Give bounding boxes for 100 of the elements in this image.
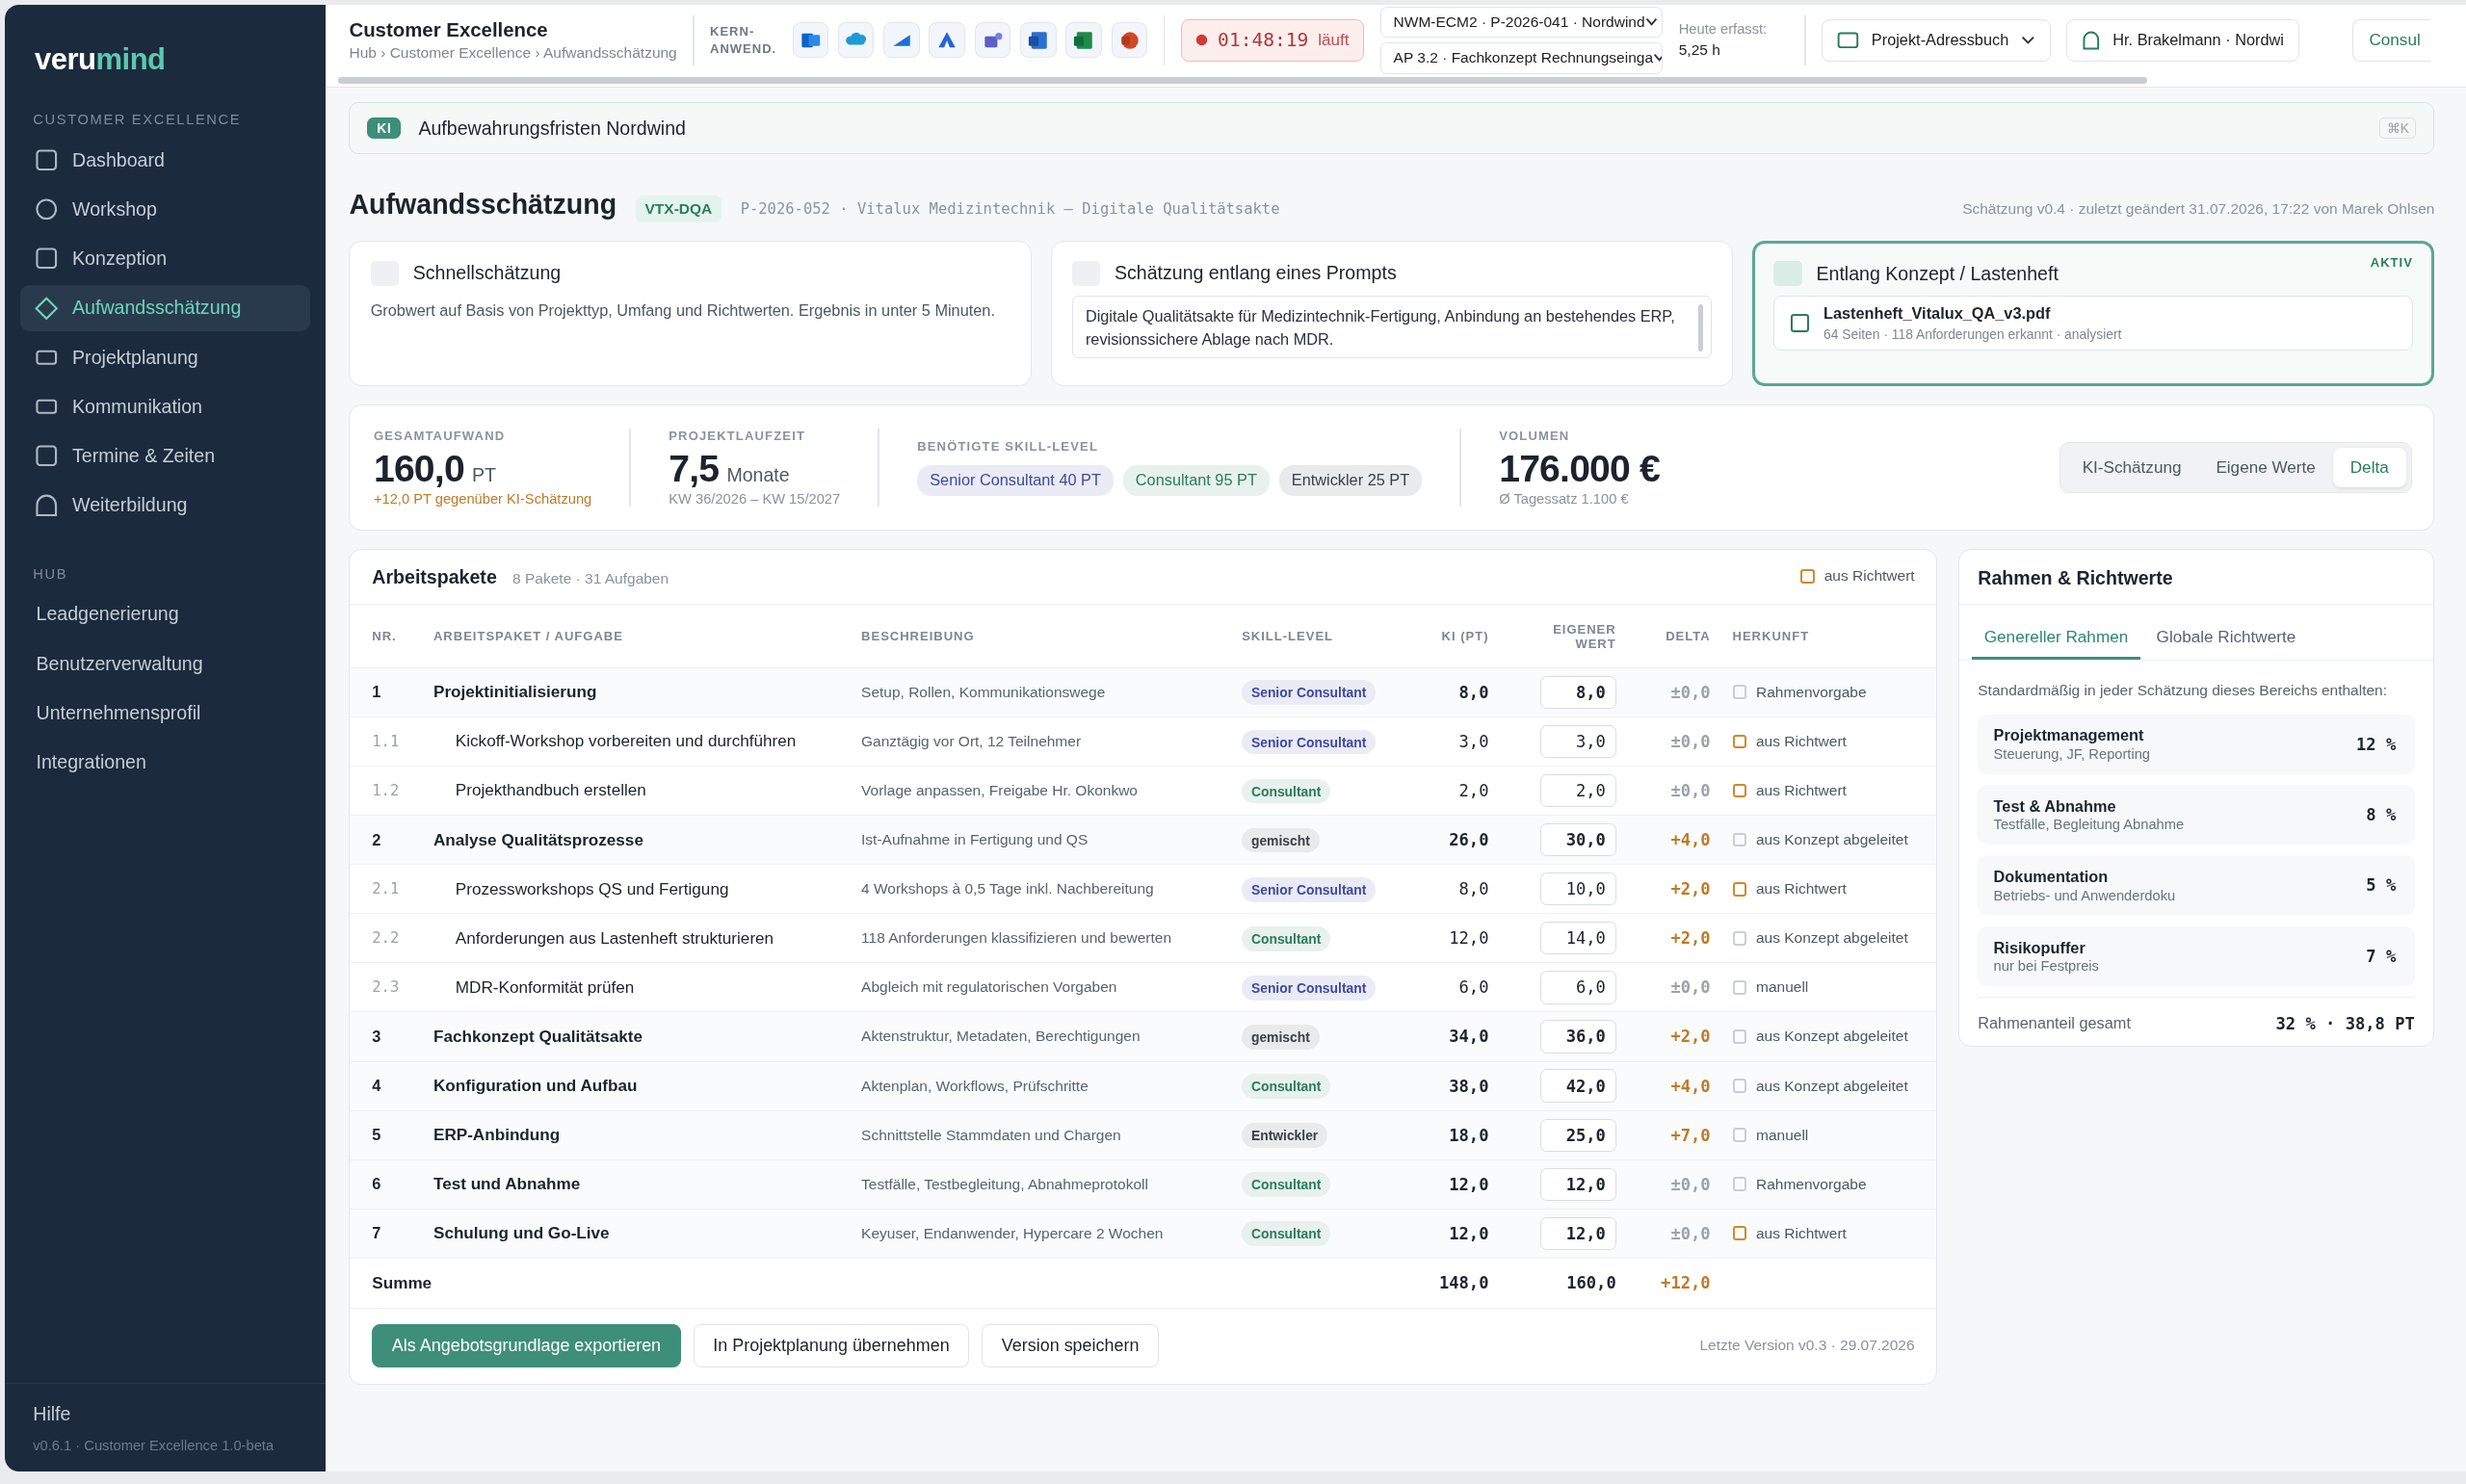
item-name: Dokumentation bbox=[1993, 868, 2110, 887]
nav-item[interactable]: Aufwandsschätzung bbox=[20, 284, 310, 332]
stat-note: Ø Tagessatz 1.100 € bbox=[1499, 491, 1630, 508]
task-name: Kickoff-Workshop vorbereiten und durchführen bbox=[454, 731, 798, 752]
stat-note: +12,0 PT gegenüber KI-Schätzung bbox=[373, 491, 592, 508]
row-number: 6 bbox=[372, 1175, 382, 1194]
effort-input[interactable]: 3,0 bbox=[1540, 724, 1616, 759]
action-button[interactable]: Version speichern bbox=[982, 1324, 1159, 1367]
mode-title: Entlang Konzept / Lastenheft bbox=[1816, 262, 2059, 285]
timer-badge[interactable]: 01:48:19 läuft bbox=[1180, 18, 1365, 62]
delta-value: ±0,0 bbox=[1669, 781, 1711, 800]
origin-label: aus Konzept abgeleitet bbox=[1756, 1028, 1908, 1046]
mode-title: Schnellschätzung bbox=[412, 262, 562, 285]
effort-input[interactable]: 36,0 bbox=[1540, 1020, 1616, 1054]
skill-chip: Consultant bbox=[1242, 925, 1331, 951]
column-header: ARBEITSPAKET / AUFGABE bbox=[433, 629, 624, 644]
file-checkbox[interactable] bbox=[1790, 313, 1810, 333]
effort-input[interactable]: 30,0 bbox=[1540, 822, 1616, 857]
project-tag: VTX-DQA bbox=[635, 195, 722, 222]
stat-value: 176.000 € bbox=[1499, 447, 1661, 490]
nav-item[interactable]: Leadgenerierung bbox=[20, 590, 310, 638]
effort-input[interactable]: 2,0 bbox=[1540, 773, 1616, 808]
delta-value: +7,0 bbox=[1669, 1125, 1711, 1145]
effort-input[interactable]: 8,0 bbox=[1540, 675, 1616, 709]
panel-tab[interactable]: Globale Richtwerte bbox=[2143, 620, 2309, 661]
effort-input[interactable]: 25,0 bbox=[1540, 1118, 1616, 1152]
mode-checkbox[interactable] bbox=[1773, 261, 1802, 287]
file-name: Lastenheft_Vitalux_QA_v3.pdf bbox=[1823, 304, 2052, 324]
app-icon[interactable] bbox=[1065, 21, 1102, 59]
view-tab[interactable]: Eigene Werte bbox=[2198, 448, 2333, 487]
task-description: Schnittstelle Stammdaten und Chargen bbox=[861, 1126, 1122, 1144]
nav-item[interactable]: Dashboard bbox=[20, 136, 310, 184]
task-name: Analyse Qualitätsprozesse bbox=[433, 829, 644, 850]
skill-chip: Senior Consultant bbox=[1242, 729, 1377, 755]
column-header: BESCHREIBUNG bbox=[861, 629, 976, 644]
nav-item[interactable]: Integrationen bbox=[20, 739, 310, 787]
address-book-button[interactable]: Projekt-Adressbuch bbox=[1822, 18, 2051, 62]
section-title: HUB bbox=[33, 565, 69, 582]
delta-value: ±0,0 bbox=[1669, 977, 1711, 998]
nav-item[interactable]: Weiterbildung bbox=[20, 482, 310, 530]
origin-label: aus Richtwert bbox=[1756, 880, 1847, 898]
task-name: Fachkonzept Qualitätsakte bbox=[433, 1026, 643, 1047]
delta-value: +2,0 bbox=[1669, 1027, 1711, 1047]
app-icon[interactable] bbox=[1020, 21, 1057, 59]
ki-value: 12,0 bbox=[1448, 1223, 1489, 1243]
nav-item[interactable]: Konzeption bbox=[20, 235, 310, 283]
effort-input[interactable]: 10,0 bbox=[1540, 872, 1616, 906]
skill-chip: Consultant 95 PT bbox=[1122, 464, 1270, 496]
version-meta: Schätzung v0.4 · zuletzt geändert 31.07.2026, 17:22 von Marek Ohlsen bbox=[1962, 199, 2435, 218]
nav-item[interactable]: Benutzerverwaltung bbox=[20, 639, 310, 688]
mode-title: Schätzung entlang eines Prompts bbox=[1114, 262, 1397, 285]
person-button[interactable]: Hr. Brakelmann · Nordwi bbox=[2065, 18, 2299, 62]
origin-label: aus Konzept abgeleitet bbox=[1756, 831, 1908, 849]
action-button[interactable]: In Projektplanung übernehmen bbox=[693, 1324, 970, 1367]
skill-chip: Senior Consultant bbox=[1242, 975, 1377, 1001]
app-icon[interactable] bbox=[974, 21, 1011, 59]
prompt-field[interactable]: Digitale Qualitätsakte für Medizintechnik-Fertigung, Anbindung an bestehendes ERP, revisionssichere Ablage nach MDR. bbox=[1071, 295, 1712, 359]
search-field[interactable]: KI Aufbewahrungsfristen Nordwind ⌘K bbox=[349, 102, 2435, 154]
skill-chip: Consultant bbox=[1242, 1074, 1331, 1099]
nav-item[interactable]: Kommunikation bbox=[20, 383, 310, 430]
app-icon[interactable] bbox=[792, 21, 829, 59]
stat-label: VOLUMEN bbox=[1499, 428, 1571, 443]
stat-label: PROJEKTLAUFZEIT bbox=[669, 428, 807, 443]
scrollbar-thumb[interactable] bbox=[338, 77, 2147, 84]
task-description: 118 Anforderungen klassifizieren und bewerten bbox=[861, 929, 1173, 948]
app-icon[interactable] bbox=[883, 21, 920, 59]
timer-status: läuft bbox=[1318, 30, 1350, 51]
project-select[interactable]: AP 3.2 · Fachkonzept Rechnungseinga bbox=[1379, 42, 1664, 74]
card-icon bbox=[1836, 30, 1859, 50]
panel-tab[interactable]: Genereller Rahmen bbox=[1971, 620, 2141, 661]
app-icon[interactable] bbox=[1111, 21, 1148, 59]
effort-input[interactable]: 6,0 bbox=[1540, 971, 1616, 1004]
effort-input[interactable]: 12,0 bbox=[1540, 1216, 1616, 1250]
nav-item[interactable]: Termine & Zeiten bbox=[20, 432, 310, 481]
view-tab[interactable]: KI-Schätzung bbox=[2064, 448, 2199, 487]
delta-value: ±0,0 bbox=[1669, 682, 1711, 702]
mode-card[interactable]: Entlang Konzept / Lastenheft AKTIV Lastenheft_Vitalux_QA_v3.pdf 64 Seiten · 118 Anforderungen erkannt · analysiert bbox=[1751, 241, 2435, 386]
ki-badge: KI bbox=[367, 117, 402, 140]
mode-card[interactable]: Schätzung entlang eines Prompts Digitale Qualitätsakte für Medizintechnik-Fertigung, Anbindung an bestehendes ERP, revisionssichere Ablage nach MDR. bbox=[1050, 241, 1734, 386]
app-icon[interactable] bbox=[929, 21, 966, 59]
effort-input[interactable]: 14,0 bbox=[1540, 922, 1616, 955]
mode-card[interactable]: Schnellschätzung Grobwert auf Basis von Projekttyp, Umfang und Richtwerten. Ergebnis in unter 5 Minuten. bbox=[349, 241, 1033, 386]
file-item[interactable]: Lastenheft_Vitalux_QA_v3.pdf 64 Seiten · 118 Anforderungen erkannt · analysiert bbox=[1773, 296, 2413, 351]
page-title: Customer Excellence bbox=[349, 18, 549, 41]
effort-input[interactable]: 42,0 bbox=[1540, 1069, 1616, 1103]
help-link[interactable]: Hilfe bbox=[33, 1402, 298, 1425]
view-tab[interactable]: Delta bbox=[2332, 448, 2406, 487]
task-name: ERP-Anbindung bbox=[433, 1125, 562, 1146]
version-text: v0.6.1 · Customer Excellence 1.0-beta bbox=[33, 1437, 275, 1453]
nav-item[interactable]: Workshop bbox=[20, 186, 310, 233]
effort-input[interactable]: 12,0 bbox=[1540, 1167, 1616, 1201]
section-title: CUSTOMER EXCELLENCE bbox=[33, 111, 243, 127]
nav-item[interactable]: Unternehmensprofil bbox=[20, 689, 310, 737]
consultant-button[interactable]: Consul bbox=[2352, 18, 2430, 62]
project-select[interactable]: NWM-ECM2 · P-2026-041 · Nordwind bbox=[1379, 6, 1664, 39]
export-button[interactable]: Als Angebotsgrundlage exportieren bbox=[372, 1324, 681, 1367]
nav-item[interactable]: Projektplanung bbox=[20, 333, 310, 381]
skill-chip: Consultant bbox=[1242, 1221, 1331, 1247]
sum-label: Summe bbox=[372, 1273, 433, 1293]
origin-label: aus Konzept abgeleitet bbox=[1756, 1077, 1908, 1095]
